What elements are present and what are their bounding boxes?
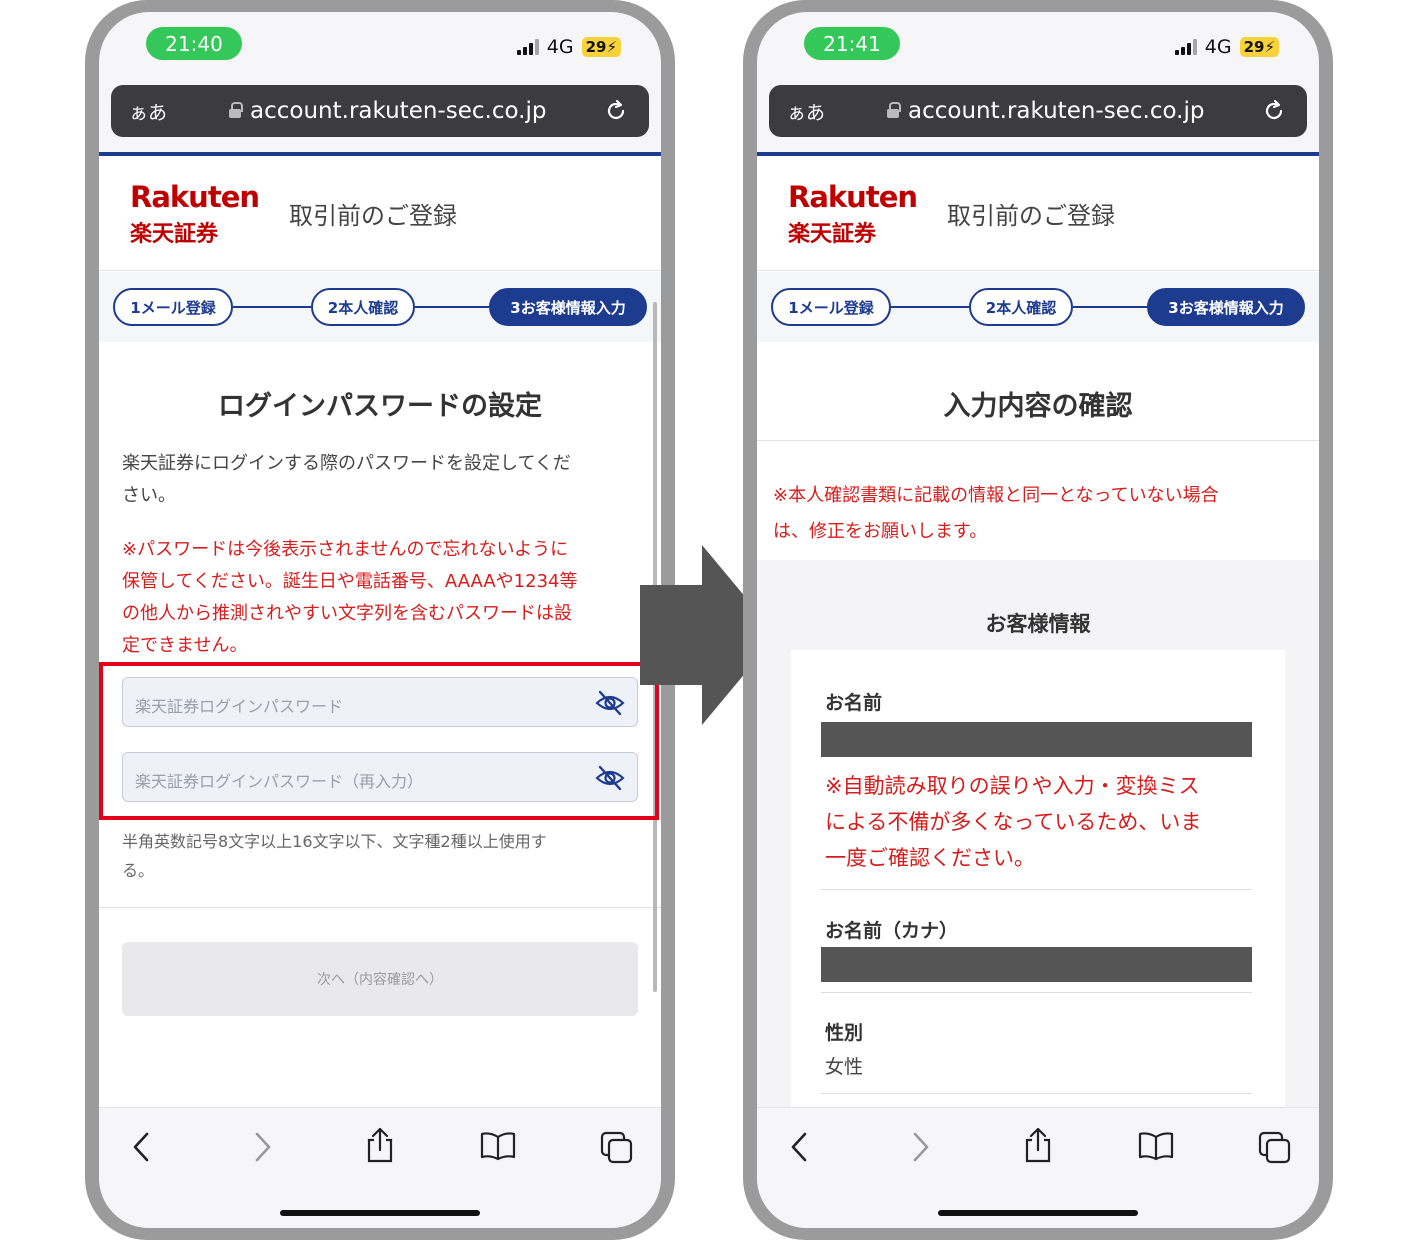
signal-icon xyxy=(1174,39,1197,55)
name-warning-line: 一度ご確認ください。 xyxy=(825,846,1035,870)
phone-screen: 21:41 4G 29⚡ ぁあ account.rakuten-sec.co.j… xyxy=(757,12,1319,1228)
bookmarks-icon[interactable] xyxy=(1137,1130,1175,1162)
tabs-icon[interactable] xyxy=(599,1130,635,1166)
step-identity-verification: 2本人確認 xyxy=(969,288,1073,326)
battery-level: 29 xyxy=(585,38,607,56)
reader-aa-button[interactable]: ぁあ xyxy=(787,98,825,125)
step-customer-info: 3お客様情報入力 xyxy=(1147,288,1305,326)
battery-level: 29 xyxy=(1243,38,1265,56)
back-icon[interactable] xyxy=(131,1130,153,1164)
forward-icon[interactable] xyxy=(909,1130,931,1164)
name-label: お名前 xyxy=(825,692,883,714)
page-title: ログインパスワードの設定 xyxy=(218,391,542,422)
rakuten-logo[interactable]: Rakuten xyxy=(130,180,260,214)
home-indicator xyxy=(938,1210,1138,1216)
web-content: Rakuten 楽天証券 取引前のご登録 1メール登録 2本人確認 3お客様情報… xyxy=(757,152,1319,1107)
name-warning-line: による不備が多くなっているため、いま xyxy=(825,810,1202,834)
site-header: Rakuten 楽天証券 取引前のご登録 xyxy=(757,156,1319,271)
address-bar[interactable]: ぁあ account.rakuten-sec.co.jp xyxy=(769,85,1307,137)
phone-frame-right: 21:41 4G 29⚡ ぁあ account.rakuten-sec.co.j… xyxy=(743,0,1333,1240)
notice-line: は、修正をお願いします。 xyxy=(773,521,988,542)
status-bar-right: 4G 29⚡ xyxy=(516,36,621,58)
step-connector xyxy=(891,306,969,308)
gender-label: 性別 xyxy=(825,1022,864,1044)
password-hint-line: る。 xyxy=(122,861,155,880)
password-warning-line: の他人から推測されやすい文字列を含むパスワードは設 xyxy=(122,603,572,624)
step-connector xyxy=(233,306,311,308)
rakuten-sec-logo[interactable]: 楽天証券 xyxy=(130,216,218,248)
name-kana-redacted xyxy=(821,947,1252,982)
step-mail-registration: 1メール登録 xyxy=(113,288,233,326)
rakuten-sec-logo[interactable]: 楽天証券 xyxy=(788,216,876,248)
gender-value: 女性 xyxy=(825,1056,864,1078)
field-divider xyxy=(821,1093,1252,1094)
signal-icon xyxy=(516,39,539,55)
step-indicator: 1メール登録 2本人確認 3お客様情報入力 xyxy=(99,272,661,342)
browser-toolbar xyxy=(99,1107,661,1228)
step-indicator: 1メール登録 2本人確認 3お客様情報入力 xyxy=(757,272,1319,342)
status-time: 21:40 xyxy=(146,27,242,60)
share-icon[interactable] xyxy=(1022,1126,1054,1164)
reload-icon[interactable] xyxy=(1261,98,1287,124)
password-hint: 半角英数記号8文字以上16文字以下、文字種2種以上使用す る。 xyxy=(122,827,622,885)
next-button[interactable]: 次へ（内容確認へ） xyxy=(122,942,638,1016)
phone-frame-left: 21:40 4G 29⚡ ぁあ account.rakuten-sec.co.j… xyxy=(85,0,675,1240)
bookmarks-icon[interactable] xyxy=(479,1130,517,1162)
reader-aa-button[interactable]: ぁあ xyxy=(129,98,167,125)
intro-text-line: 楽天証券にログインする際のパスワードを設定してくだ xyxy=(122,453,571,474)
intro-text-line: さい。 xyxy=(122,485,176,506)
section-divider xyxy=(757,440,1319,441)
customer-info-card xyxy=(791,650,1285,1107)
password-warning-line: 保管してください。誕生日や電話番号、AAAAや1234等 xyxy=(122,571,578,592)
header-title: 取引前のご登録 xyxy=(947,202,1115,230)
step-connector xyxy=(1073,306,1147,308)
step-customer-info: 3お客様情報入力 xyxy=(489,288,647,326)
step-connector xyxy=(415,306,489,308)
password-hint-line: 半角英数記号8文字以上16文字以下、文字種2種以上使用す xyxy=(122,832,547,851)
page-title: 入力内容の確認 xyxy=(943,391,1133,422)
share-icon[interactable] xyxy=(364,1126,396,1164)
forward-icon[interactable] xyxy=(251,1130,273,1164)
status-bar-right: 4G 29⚡ xyxy=(1174,36,1279,58)
reload-icon[interactable] xyxy=(603,98,629,124)
header-title: 取引前のご登録 xyxy=(289,202,457,230)
password-warning-line: ※パスワードは今後表示されませんので忘れないように xyxy=(122,539,569,560)
web-content: Rakuten 楽天証券 取引前のご登録 1メール登録 2本人確認 3お客様情報… xyxy=(99,152,661,1107)
phone-screen: 21:40 4G 29⚡ ぁあ account.rakuten-sec.co.j… xyxy=(99,12,661,1228)
name-redacted xyxy=(821,722,1252,757)
highlight-box xyxy=(99,662,659,820)
back-icon[interactable] xyxy=(789,1130,811,1164)
name-kana-label: お名前（カナ） xyxy=(825,920,959,942)
address-bar[interactable]: ぁあ account.rakuten-sec.co.jp xyxy=(111,85,649,137)
field-divider xyxy=(821,889,1252,890)
network-type: 4G xyxy=(1204,36,1232,58)
rakuten-logo[interactable]: Rakuten xyxy=(788,180,918,214)
network-type: 4G xyxy=(546,36,574,58)
url-text[interactable]: account.rakuten-sec.co.jp xyxy=(908,98,1204,124)
notice-line: ※本人確認書類に記載の情報と同一となっていない場合 xyxy=(773,485,1219,506)
battery-icon: 29⚡ xyxy=(1239,37,1279,57)
step-identity-verification: 2本人確認 xyxy=(311,288,415,326)
step-mail-registration: 1メール登録 xyxy=(771,288,891,326)
site-header: Rakuten 楽天証券 取引前のご登録 xyxy=(99,156,661,271)
section-divider xyxy=(99,907,661,908)
lock-icon xyxy=(229,102,243,118)
password-warning-line: 定できません。 xyxy=(122,635,248,656)
status-time: 21:41 xyxy=(804,27,900,60)
section-title: お客様情報 xyxy=(985,612,1091,636)
battery-icon: 29⚡ xyxy=(581,37,621,57)
tabs-icon[interactable] xyxy=(1257,1130,1293,1166)
field-divider xyxy=(821,992,1252,993)
url-text[interactable]: account.rakuten-sec.co.jp xyxy=(250,98,546,124)
browser-toolbar xyxy=(757,1107,1319,1228)
name-warning-line: ※自動読み取りの誤りや入力・変換ミス xyxy=(825,774,1200,798)
lock-icon xyxy=(887,102,901,118)
home-indicator xyxy=(280,1210,480,1216)
